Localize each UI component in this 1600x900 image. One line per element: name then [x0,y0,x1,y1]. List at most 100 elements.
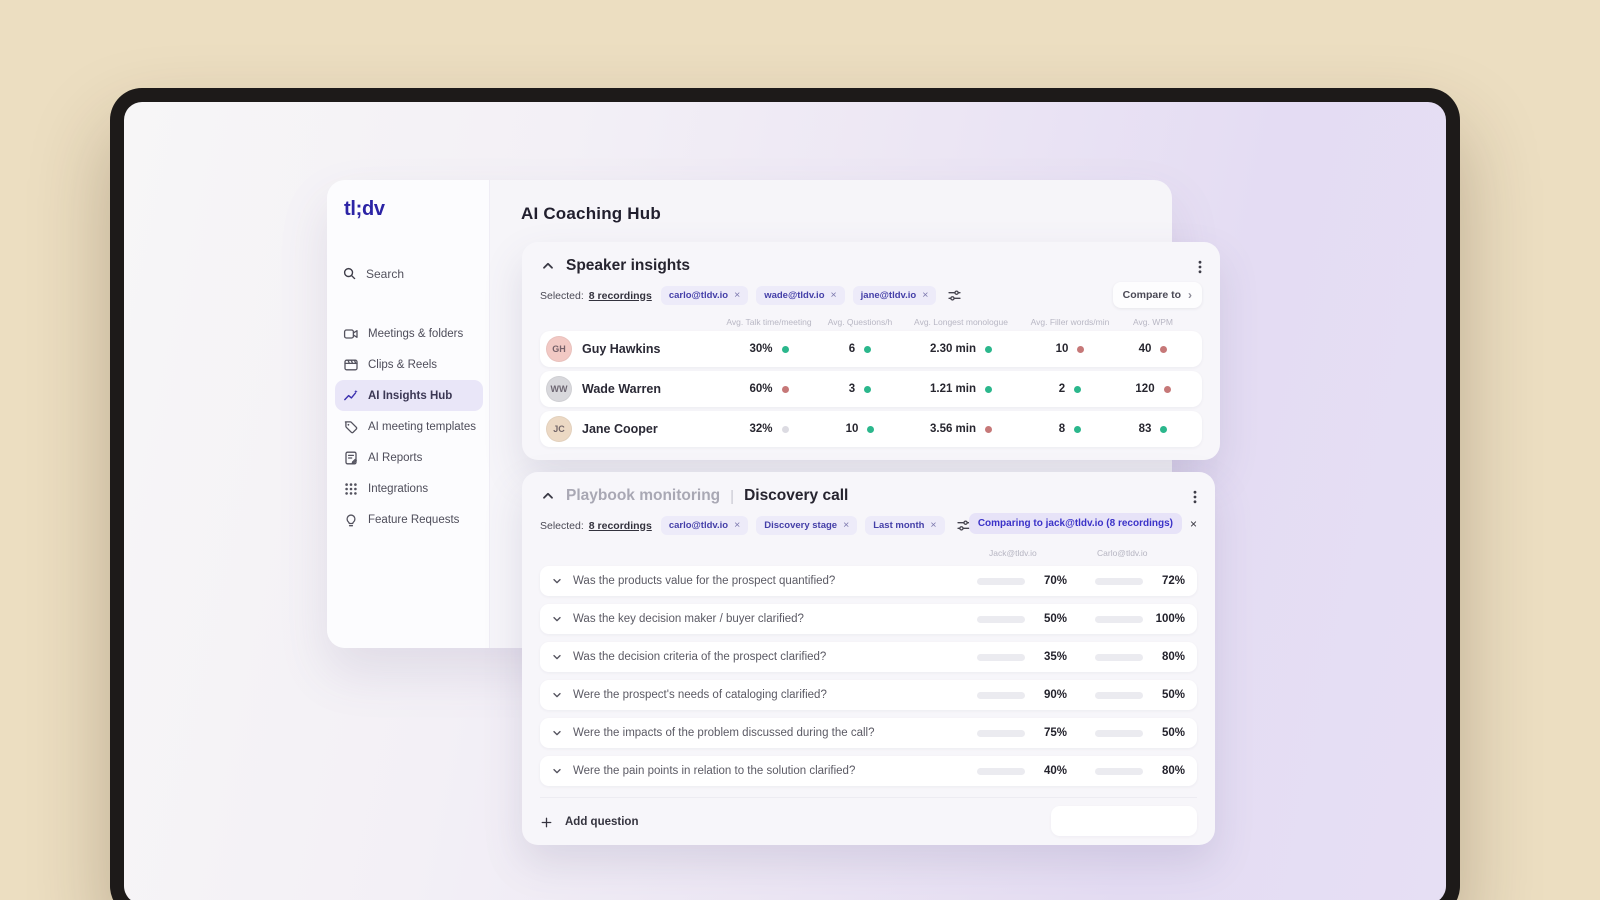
selected-label: Selected: [540,289,584,302]
close-icon[interactable]: × [1190,517,1197,531]
question-text: Was the key decision maker / buyer clari… [573,613,804,625]
progress-track [977,767,1025,775]
score-left: 50% [977,613,1071,625]
column-header: Avg. Talk time/meeting [726,317,812,327]
speaker-name: Guy Hawkins [582,342,661,356]
laptop-screen: tl;dv Search Meetings & folders Clips & … [124,102,1446,900]
lightbulb-icon [343,512,359,528]
recordings-link[interactable]: 8 recordings [589,520,652,532]
collapse-caret-icon[interactable] [540,258,556,274]
progress-track [977,615,1025,623]
chevron-down-icon[interactable] [551,613,563,625]
progress-track [977,729,1025,737]
sidebar-item[interactable]: AI meeting templates [335,411,483,442]
close-icon[interactable]: × [734,290,740,301]
question-row[interactable]: Were the pain points in relation to the … [540,756,1197,786]
speaker-chips: carlo@tldv.io × wade@tldv.io × jane@tldv… [660,286,937,305]
collapse-caret-icon[interactable] [540,488,556,504]
filter-chip[interactable]: carlo@tldv.io × [660,516,749,535]
filter-chip[interactable]: Last month × [865,516,945,535]
video-camera-icon [343,326,359,342]
sidebar-item[interactable]: Integrations [335,473,483,504]
question-row[interactable]: Was the decision criteria of the prospec… [540,642,1197,672]
close-icon[interactable]: × [930,520,936,531]
status-dot [985,345,993,353]
sidebar-item[interactable]: Meetings & folders [335,318,483,349]
kebab-menu-icon[interactable] [1188,489,1202,505]
close-icon[interactable]: × [734,520,740,531]
sidebar-item-label: Meetings & folders [368,327,464,340]
close-icon[interactable]: × [922,290,928,301]
status-dot [781,425,789,433]
search-label: Search [366,266,405,281]
progress-track [977,653,1025,661]
percent-label: 72% [1161,575,1185,587]
speaker-insights-panel: Speaker insights Selected: 8 recordings … [522,242,1220,460]
sidebar-item[interactable]: Feature Requests [335,504,483,535]
table-row[interactable]: JC Jane Cooper 32% 10 3.56 min 8 83 [540,411,1202,447]
filter-chip[interactable]: carlo@tldv.io × [660,286,749,305]
status-dot [867,425,875,433]
clapperboard-icon [343,357,359,373]
chevron-down-icon[interactable] [551,765,563,777]
percent-label: 50% [1161,727,1185,739]
speaker-table-header: Avg. Talk time/meeting Avg. Questions/h … [540,317,1202,327]
search-icon [343,267,356,280]
chevron-down-icon[interactable] [551,575,563,587]
column-header: Avg. Filler words/min [1030,317,1110,327]
playbook-monitoring-panel: Playbook monitoring | Discovery call Sel… [522,472,1215,845]
close-icon[interactable]: × [843,520,849,531]
filter-chip[interactable]: jane@tldv.io × [852,286,937,305]
tldv-logo: tl;dv [344,198,385,220]
close-icon[interactable]: × [831,290,837,301]
filter-chip[interactable]: Discovery stage × [756,516,858,535]
status-dot [1160,345,1168,353]
question-row[interactable]: Was the products value for the prospect … [540,566,1197,596]
add-question-button[interactable]: Add question [540,816,638,829]
sidebar-nav: Meetings & folders Clips & Reels AI Insi… [335,318,483,535]
playbook-title: Discovery call [744,487,849,504]
compare-to-button[interactable]: Compare to › [1112,282,1202,308]
report-document-icon [343,450,359,466]
filter-chip-label: carlo@tldv.io [668,290,729,301]
laptop-frame: tl;dv Search Meetings & folders Clips & … [110,88,1460,900]
question-row[interactable]: Were the prospect's needs of cataloging … [540,680,1197,710]
progress-track [1095,729,1143,737]
recordings-link[interactable]: 8 recordings [589,290,652,302]
sidebar-item[interactable]: Clips & Reels [335,349,483,380]
score-right: 72% [1095,575,1189,587]
filter-chip[interactable]: wade@tldv.io × [756,286,845,305]
search-input[interactable]: Search [342,266,477,281]
question-row[interactable]: Was the key decision maker / buyer clari… [540,604,1197,634]
playbook-footer: Add question [540,797,1197,837]
status-dot [1160,425,1168,433]
table-row[interactable]: WW Wade Warren 60% 3 1.21 min 2 120 [540,371,1202,407]
chevron-down-icon[interactable] [551,689,563,701]
sidebar-item[interactable]: AI Reports [335,442,483,473]
percent-label: 50% [1161,689,1185,701]
selected-label: Selected: [540,519,584,532]
chevron-down-icon[interactable] [551,727,563,739]
filter-chip-label: Discovery stage [764,520,838,531]
status-dot [985,385,993,393]
kebab-menu-icon[interactable] [1193,259,1207,275]
comparing-pill: Comparing to jack@tldv.io (8 recordings) [968,513,1182,534]
grid-dots-icon [343,481,359,497]
table-row[interactable]: GH Guy Hawkins 30% 6 2.30 min 10 40 [540,331,1202,367]
sidebar: tl;dv Search Meetings & folders Clips & … [327,180,490,648]
status-dot [781,345,789,353]
percent-label: 80% [1161,765,1185,777]
question-text: Was the products value for the prospect … [573,575,836,587]
metric-value: 6 [848,343,856,355]
sidebar-item[interactable]: AI Insights Hub [335,380,483,411]
chevron-down-icon[interactable] [551,651,563,663]
percent-label: 40% [1043,765,1067,777]
desktop-background: { "glyphs": { "close": "×", "chevron_rig… [0,0,1600,900]
playbook-question-rows: Was the products value for the prospect … [540,566,1197,786]
question-row[interactable]: Were the impacts of the problem discusse… [540,718,1197,748]
title-divider: | [730,487,735,505]
score-left: 90% [977,689,1071,701]
column-header-right: Carlo@tldv.io [1097,548,1148,558]
filter-icon[interactable] [947,288,962,303]
metric-value: 120 [1135,383,1155,395]
